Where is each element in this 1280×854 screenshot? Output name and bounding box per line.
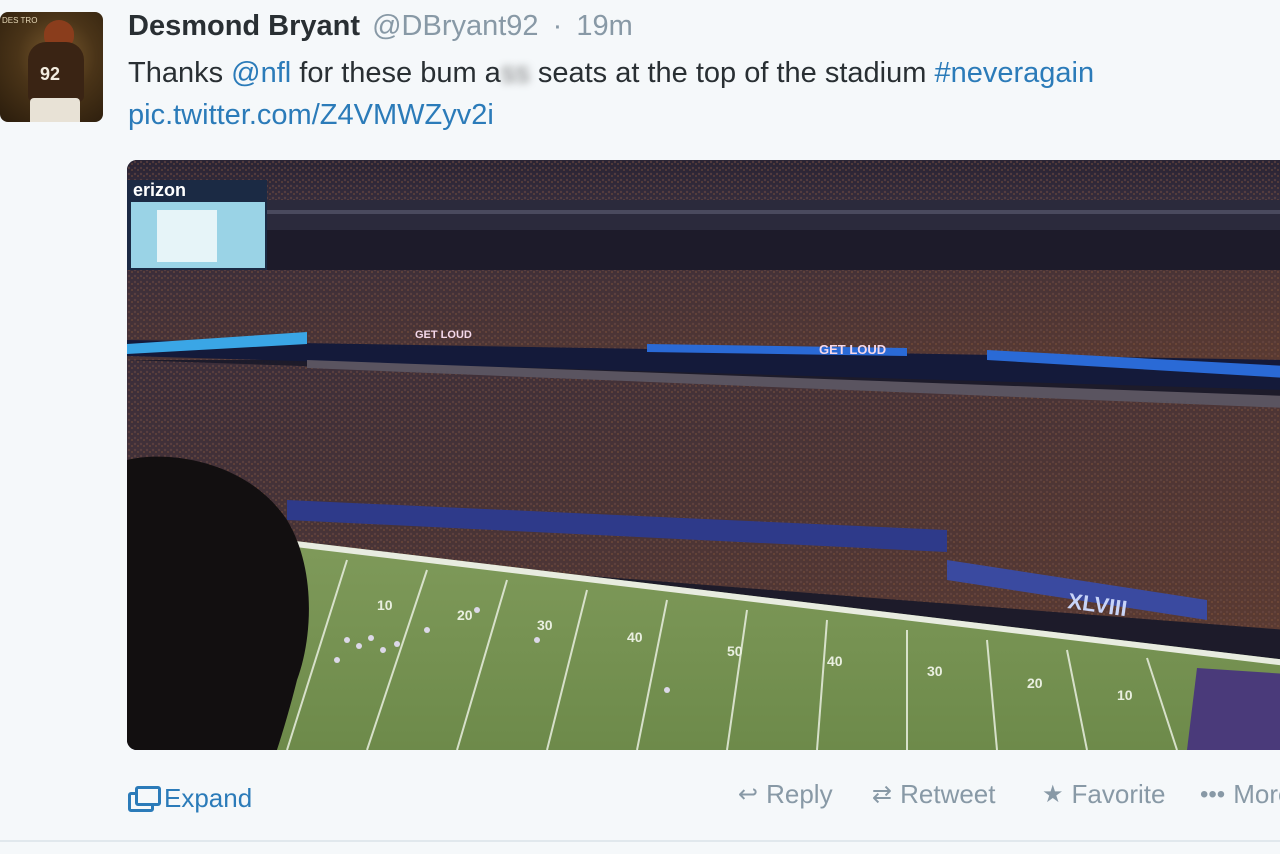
author-name[interactable]: Desmond Bryant [128,10,360,42]
tweet-text-suffix: seats at the top of the stadium [529,57,935,89]
more-label: More [1233,779,1280,809]
stadium-photo-svg: erizon GET LOUD GET LOUD XLVIII 10 20 30… [127,160,1280,750]
more-button[interactable]: ••• More [1200,779,1280,810]
retweet-button[interactable]: ⇄ Retweet [872,779,996,810]
svg-text:10: 10 [377,597,393,613]
avatar-corner-label: DES TRO [2,16,38,25]
ribbon-text-1: GET LOUD [415,329,472,341]
ribbon-text-2: GET LOUD [819,342,886,357]
tweet-header: Desmond Bryant @DBryant92 · 19m [128,10,633,42]
tweet-text-middle: for these bum a [291,57,501,89]
reply-button[interactable]: ↩ Reply [738,779,833,810]
hashtag-link[interactable]: #neveragain [934,57,1094,89]
tweet-actions: Expand ↩ Reply ⇄ Retweet ★ Favorite ••• … [128,775,1280,815]
avatar-jersey-number: 92 [40,64,61,84]
retweet-label: Retweet [900,779,996,809]
retweet-arrows-icon: ⇄ [872,781,893,808]
tweet-timestamp[interactable]: 19m [576,10,632,42]
header-separator: · [552,10,563,42]
star-icon: ★ [1042,781,1064,808]
ellipsis-icon: ••• [1200,780,1226,808]
mention-link[interactable]: @nfl [231,57,291,89]
svg-text:40: 40 [827,653,843,669]
author-handle[interactable]: @DBryant92 [372,10,538,42]
scoreboard-text: erizon [133,180,186,200]
tweet-photo[interactable]: erizon GET LOUD GET LOUD XLVIII 10 20 30… [127,160,1280,750]
expand-label: Expand [164,783,253,813]
reply-arrow-icon: ↩ [738,781,759,808]
tweet: DES TRO 92 Desmond Bryant @DBryant92 · 1… [0,0,1280,842]
author-avatar[interactable]: DES TRO 92 [0,12,103,122]
svg-text:20: 20 [457,607,473,623]
svg-text:30: 30 [537,617,553,633]
svg-text:10: 10 [1117,687,1133,703]
svg-text:40: 40 [627,629,643,645]
tweet-text-prefix: Thanks [128,57,232,89]
censored-text: ss [500,57,530,89]
favorite-button[interactable]: ★ Favorite [1042,779,1165,810]
avatar-player-legs [30,98,80,122]
upper-railing [267,200,1280,230]
svg-text:50: 50 [727,643,743,659]
expand-button[interactable]: Expand [128,783,252,814]
favorite-label: Favorite [1071,779,1166,809]
endzone [1187,668,1280,750]
expand-media-icon [128,785,161,812]
tweet-text: Thanks @nfl for these bum ass seats at t… [128,52,1268,136]
reply-label: Reply [766,779,833,809]
svg-text:30: 30 [927,663,943,679]
svg-text:20: 20 [1027,675,1043,691]
pic-link[interactable]: pic.twitter.com/Z4VMWZyv2i [128,99,494,131]
